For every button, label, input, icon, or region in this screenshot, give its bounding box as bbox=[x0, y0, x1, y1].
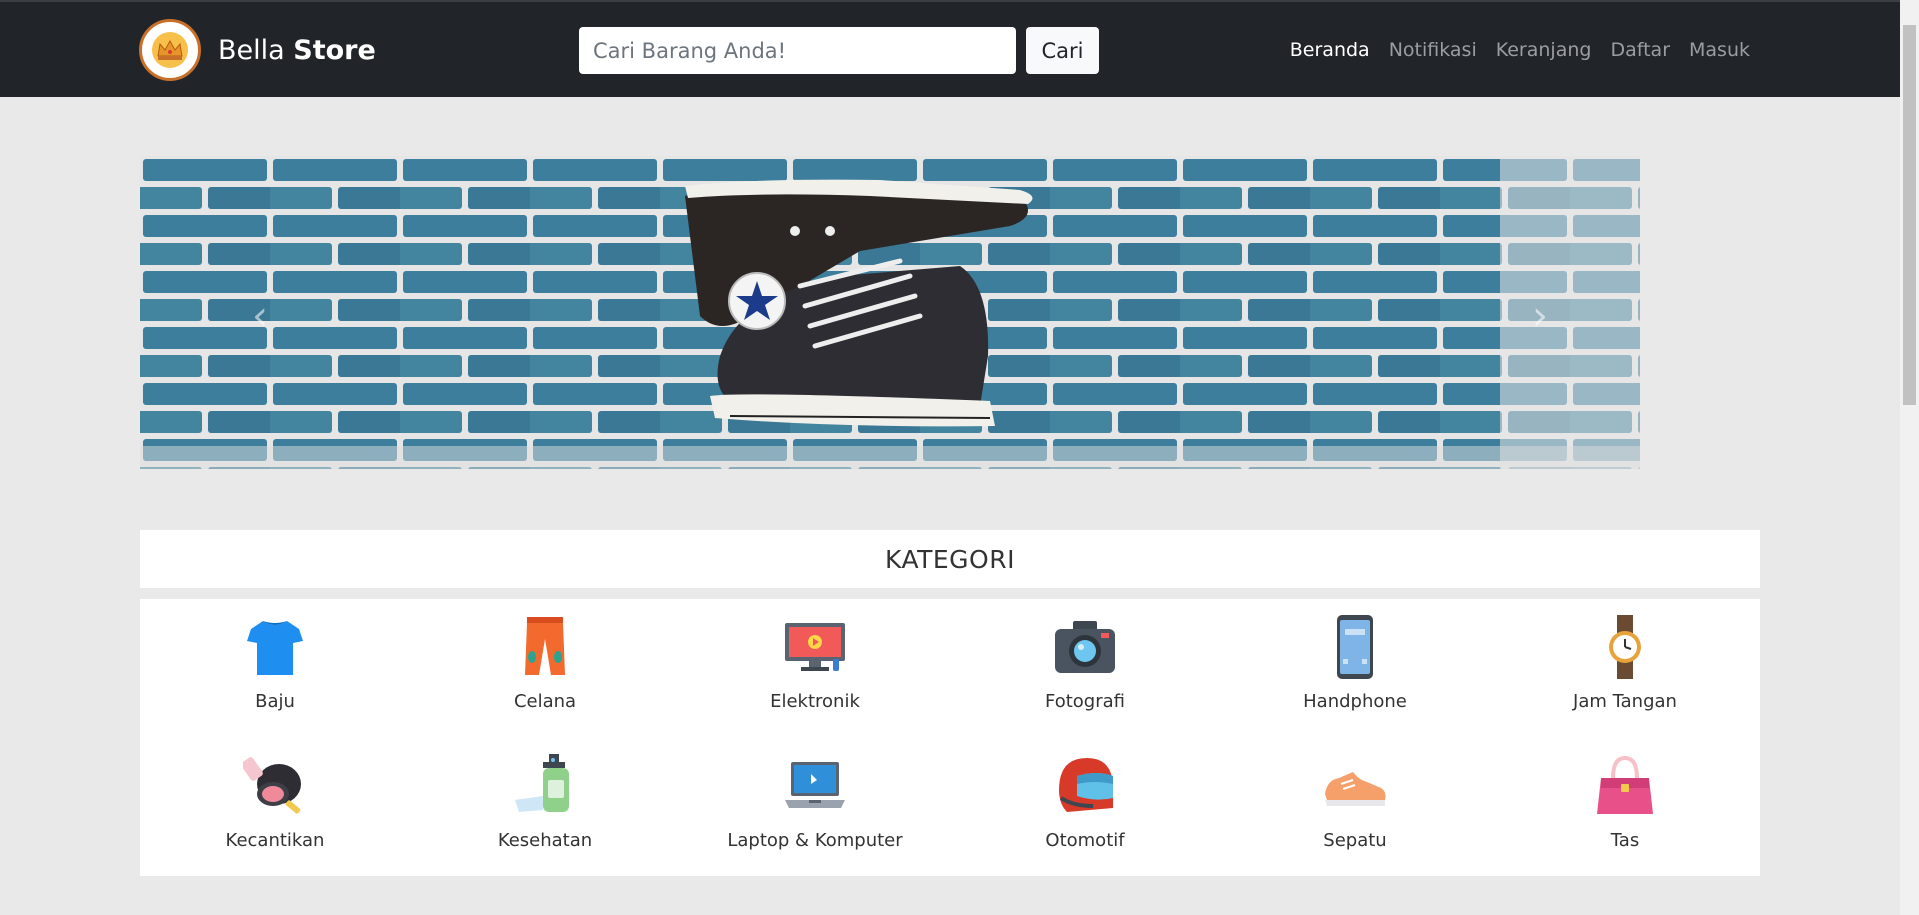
category-item-kesehatan[interactable]: Kesehatan bbox=[410, 754, 680, 874]
category-title: KATEGORI bbox=[885, 544, 1015, 574]
monitor-icon bbox=[785, 623, 845, 671]
category-item-elektronik[interactable]: Elektronik bbox=[680, 615, 950, 735]
category-item-kecantikan[interactable]: Kecantikan bbox=[140, 754, 410, 874]
category-label: Handphone bbox=[1303, 691, 1407, 712]
category-label: Celana bbox=[513, 691, 577, 712]
brand-name-bold: Store bbox=[293, 34, 376, 66]
sneaker-image bbox=[685, 179, 1033, 427]
nav-link-notifikasi[interactable]: Notifikasi bbox=[1389, 39, 1477, 61]
nav-link-masuk[interactable]: Masuk bbox=[1689, 39, 1750, 61]
category-label: Kesehatan bbox=[497, 830, 593, 851]
tshirt-icon bbox=[247, 621, 303, 675]
helmet-icon bbox=[1059, 758, 1113, 812]
crown-icon bbox=[139, 19, 201, 81]
smartphone-icon bbox=[1337, 615, 1373, 679]
nav-link-daftar[interactable]: Daftar bbox=[1610, 39, 1670, 61]
category-label: Laptop & Komputer bbox=[727, 830, 903, 851]
banner-image bbox=[140, 156, 1640, 469]
category-label: Otomotif bbox=[1045, 830, 1125, 851]
handbag-icon bbox=[1597, 755, 1653, 814]
brand-link[interactable]: Bella Store bbox=[139, 19, 376, 81]
sneaker-icon bbox=[1325, 772, 1386, 806]
search-form: Cari bbox=[579, 27, 1099, 74]
category-item-celana[interactable]: Celana bbox=[410, 615, 680, 735]
category-grid: Baju Celana Elektronik Fotografi Handpho… bbox=[140, 599, 1760, 876]
brand-name-regular: Bella bbox=[218, 34, 285, 66]
scrollbar-thumb[interactable] bbox=[1903, 25, 1916, 405]
laptop-icon bbox=[785, 762, 845, 808]
category-item-otomotif[interactable]: Otomotif bbox=[950, 754, 1220, 874]
category-label: Fotografi bbox=[1045, 691, 1125, 712]
nav-link-beranda[interactable]: Beranda bbox=[1290, 39, 1370, 61]
search-input[interactable] bbox=[579, 27, 1016, 74]
category-label: Baju bbox=[255, 691, 295, 712]
makeup-compact-icon bbox=[243, 757, 301, 814]
chevron-left-icon[interactable]: ‹ bbox=[240, 296, 280, 336]
nav-link-keranjang[interactable]: Keranjang bbox=[1496, 39, 1592, 61]
category-label: Sepatu bbox=[1323, 830, 1387, 851]
category-label: Kecantikan bbox=[225, 830, 325, 851]
chevron-right-icon[interactable]: › bbox=[1520, 296, 1560, 336]
category-label: Tas bbox=[1610, 830, 1640, 851]
category-label: Jam Tangan bbox=[1573, 691, 1677, 712]
brand-name: Bella Store bbox=[218, 35, 376, 66]
search-button[interactable]: Cari bbox=[1026, 27, 1099, 74]
category-label: Elektronik bbox=[770, 691, 860, 712]
hand-sanitizer-icon bbox=[515, 754, 569, 812]
category-item-tas[interactable]: Tas bbox=[1490, 754, 1760, 874]
hero-carousel: ‹ › bbox=[140, 156, 1640, 469]
page: Bella Store Cari Beranda Notifikasi Kera… bbox=[0, 0, 1919, 915]
category-item-fotografi[interactable]: Fotografi bbox=[950, 615, 1220, 735]
nav-links: Beranda Notifikasi Keranjang Daftar Masu… bbox=[1290, 39, 1750, 61]
top-navbar: Bella Store Cari Beranda Notifikasi Kera… bbox=[0, 0, 1900, 97]
category-item-laptop-komputer[interactable]: Laptop & Komputer bbox=[680, 754, 950, 874]
page-scrollbar[interactable] bbox=[1900, 0, 1919, 915]
category-item-baju[interactable]: Baju bbox=[140, 615, 410, 735]
wristwatch-icon bbox=[1609, 615, 1641, 679]
camera-icon bbox=[1055, 621, 1115, 673]
category-item-sepatu[interactable]: Sepatu bbox=[1220, 754, 1490, 874]
category-item-handphone[interactable]: Handphone bbox=[1220, 615, 1490, 735]
category-header: KATEGORI bbox=[140, 530, 1760, 588]
pants-icon bbox=[525, 617, 565, 675]
category-item-jam-tangan[interactable]: Jam Tangan bbox=[1490, 615, 1760, 735]
